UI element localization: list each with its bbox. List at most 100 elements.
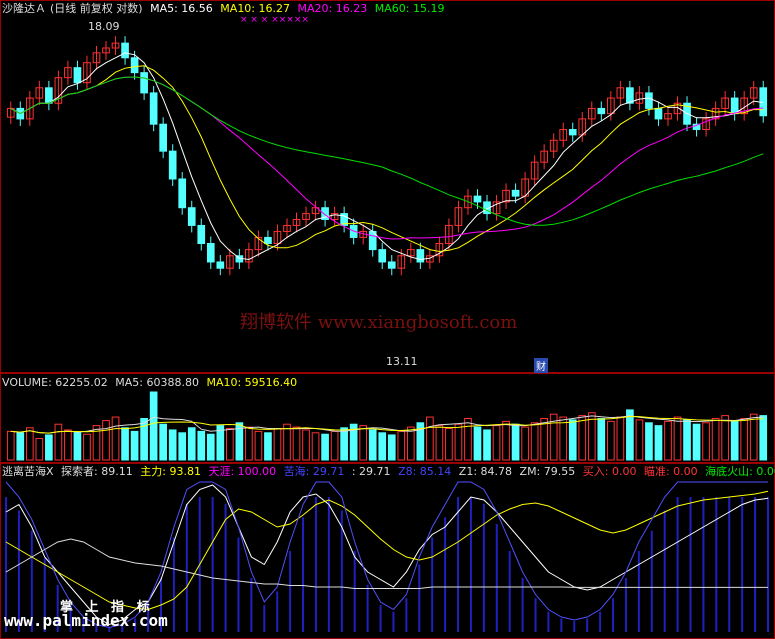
volume-bar xyxy=(616,416,625,461)
ind-linzhun: 瞄准: 0.00 xyxy=(643,465,698,478)
volume-bar xyxy=(607,420,615,461)
ind-zm: ZM: 79.55 xyxy=(519,465,576,478)
volume-bar xyxy=(321,433,329,461)
volume-bar xyxy=(673,416,682,461)
volume-bar xyxy=(254,430,263,461)
ma60-label: MA60: 15.19 xyxy=(374,2,445,15)
volume-bar xyxy=(226,428,234,461)
candle-body xyxy=(387,261,396,269)
volume-bar xyxy=(483,429,491,461)
volume-bar xyxy=(597,417,606,461)
price-legend: 沙隆达Ａ (日线 前复权 对数) MA5: 16.56 MA10: 16.27 M… xyxy=(2,2,448,16)
candle-body xyxy=(568,129,577,136)
volume-bar xyxy=(340,427,348,461)
candle-body xyxy=(149,92,158,125)
volume-bar xyxy=(6,430,15,461)
volume-bar xyxy=(559,416,568,461)
candle-body xyxy=(168,150,177,180)
volume-bar xyxy=(702,422,710,461)
volume-bar xyxy=(35,438,44,461)
ma5-line xyxy=(10,52,764,261)
volume-bar xyxy=(397,430,406,461)
chart-mode: (日线 前复权 对数) xyxy=(50,2,143,15)
volume-bar xyxy=(140,417,148,461)
volume-bar xyxy=(473,426,482,461)
volume-bar xyxy=(187,427,196,461)
volume-bar xyxy=(645,422,653,461)
candle-body xyxy=(178,178,187,209)
ind-tansuo: 探索者: 89.11 xyxy=(61,465,133,478)
watermark-center: 翔博软件 www.xiangbosoft.com xyxy=(240,312,518,333)
candle-body xyxy=(654,107,663,120)
candle-body xyxy=(416,249,425,263)
vol-ma5-label: MA5: 60388.80 xyxy=(115,376,199,389)
volume-bar xyxy=(692,423,701,461)
ind-mairu: 买入: 0.00 xyxy=(582,465,637,478)
ma5-label: MA5: 16.56 xyxy=(150,2,213,15)
volume-bar xyxy=(368,429,377,461)
volume-bar xyxy=(464,417,472,461)
candle-body xyxy=(73,67,82,84)
indicator-line-4 xyxy=(5,538,768,589)
volume-bar xyxy=(578,415,587,461)
volume-bar xyxy=(102,420,110,461)
volume-bar xyxy=(64,429,72,461)
candle-body xyxy=(187,207,196,226)
volume-bar xyxy=(130,430,139,461)
volume-bar xyxy=(406,426,415,461)
volume-bar xyxy=(530,422,539,461)
volume-bar xyxy=(273,428,282,461)
volume-bar xyxy=(378,432,387,461)
volume-bar xyxy=(635,419,644,461)
volume-bar xyxy=(245,426,253,461)
candle-body xyxy=(264,236,272,245)
volume-bar xyxy=(435,425,444,461)
volume-bar xyxy=(740,417,749,461)
high-annotation: 18.09 xyxy=(88,20,120,33)
volume-bar xyxy=(159,423,167,461)
volume-bar xyxy=(168,429,177,461)
ind-kuhai: 苦海: 29.71 xyxy=(283,465,345,478)
candle-body xyxy=(378,249,387,263)
candle-body xyxy=(645,92,653,109)
volume-bar xyxy=(45,434,53,461)
ind-tianya: 天涯: 100.00 xyxy=(208,465,277,478)
volume-bar xyxy=(283,423,291,461)
volume-bar xyxy=(749,413,758,461)
indicator-legend: 逃离苦海X 探索者: 89.11 主力: 93.81 天涯: 100.00 苦海… xyxy=(2,465,775,479)
volume-bar xyxy=(121,427,129,461)
volume-bar xyxy=(292,426,301,461)
volume-bar xyxy=(511,423,520,461)
volume-bar xyxy=(454,423,463,461)
volume-bar xyxy=(302,429,310,461)
volume-bar xyxy=(387,434,396,461)
candle-body xyxy=(159,123,167,152)
ind-name: 逃离苦海X xyxy=(2,465,54,478)
candle-body xyxy=(730,97,739,115)
volume-label: VOLUME: 62255.02 xyxy=(2,376,108,389)
volume-bar xyxy=(721,415,729,461)
candle-body xyxy=(197,224,206,245)
ind-haidi: 海底火山: 0.00 xyxy=(705,465,775,478)
volume-bar xyxy=(626,409,634,461)
finance-marker[interactable]: 财 xyxy=(534,358,548,373)
volume-bar xyxy=(654,425,663,461)
ind-kh2: : 29.71 xyxy=(351,465,391,478)
candle-body xyxy=(140,72,148,94)
volume-bar xyxy=(83,433,91,461)
low-annotation: 13.11 xyxy=(386,355,418,368)
volume-bar xyxy=(54,423,63,461)
candle-body xyxy=(130,57,139,74)
volume-bar xyxy=(568,419,577,461)
volume-bar xyxy=(445,428,453,461)
signal-markers: × × × ××××× xyxy=(240,15,309,25)
volume-bar xyxy=(311,432,320,461)
volume-bar xyxy=(359,425,368,461)
volume-bar xyxy=(540,417,548,461)
ind-z1: Z1: 84.78 xyxy=(458,465,513,478)
candle-body xyxy=(473,195,482,203)
ind-zhuli: 主力: 93.81 xyxy=(140,465,201,478)
volume-bar xyxy=(711,417,720,461)
volume-legend: VOLUME: 62255.02 MA5: 60388.80 MA10: 595… xyxy=(2,376,301,390)
candle-body xyxy=(597,107,606,115)
